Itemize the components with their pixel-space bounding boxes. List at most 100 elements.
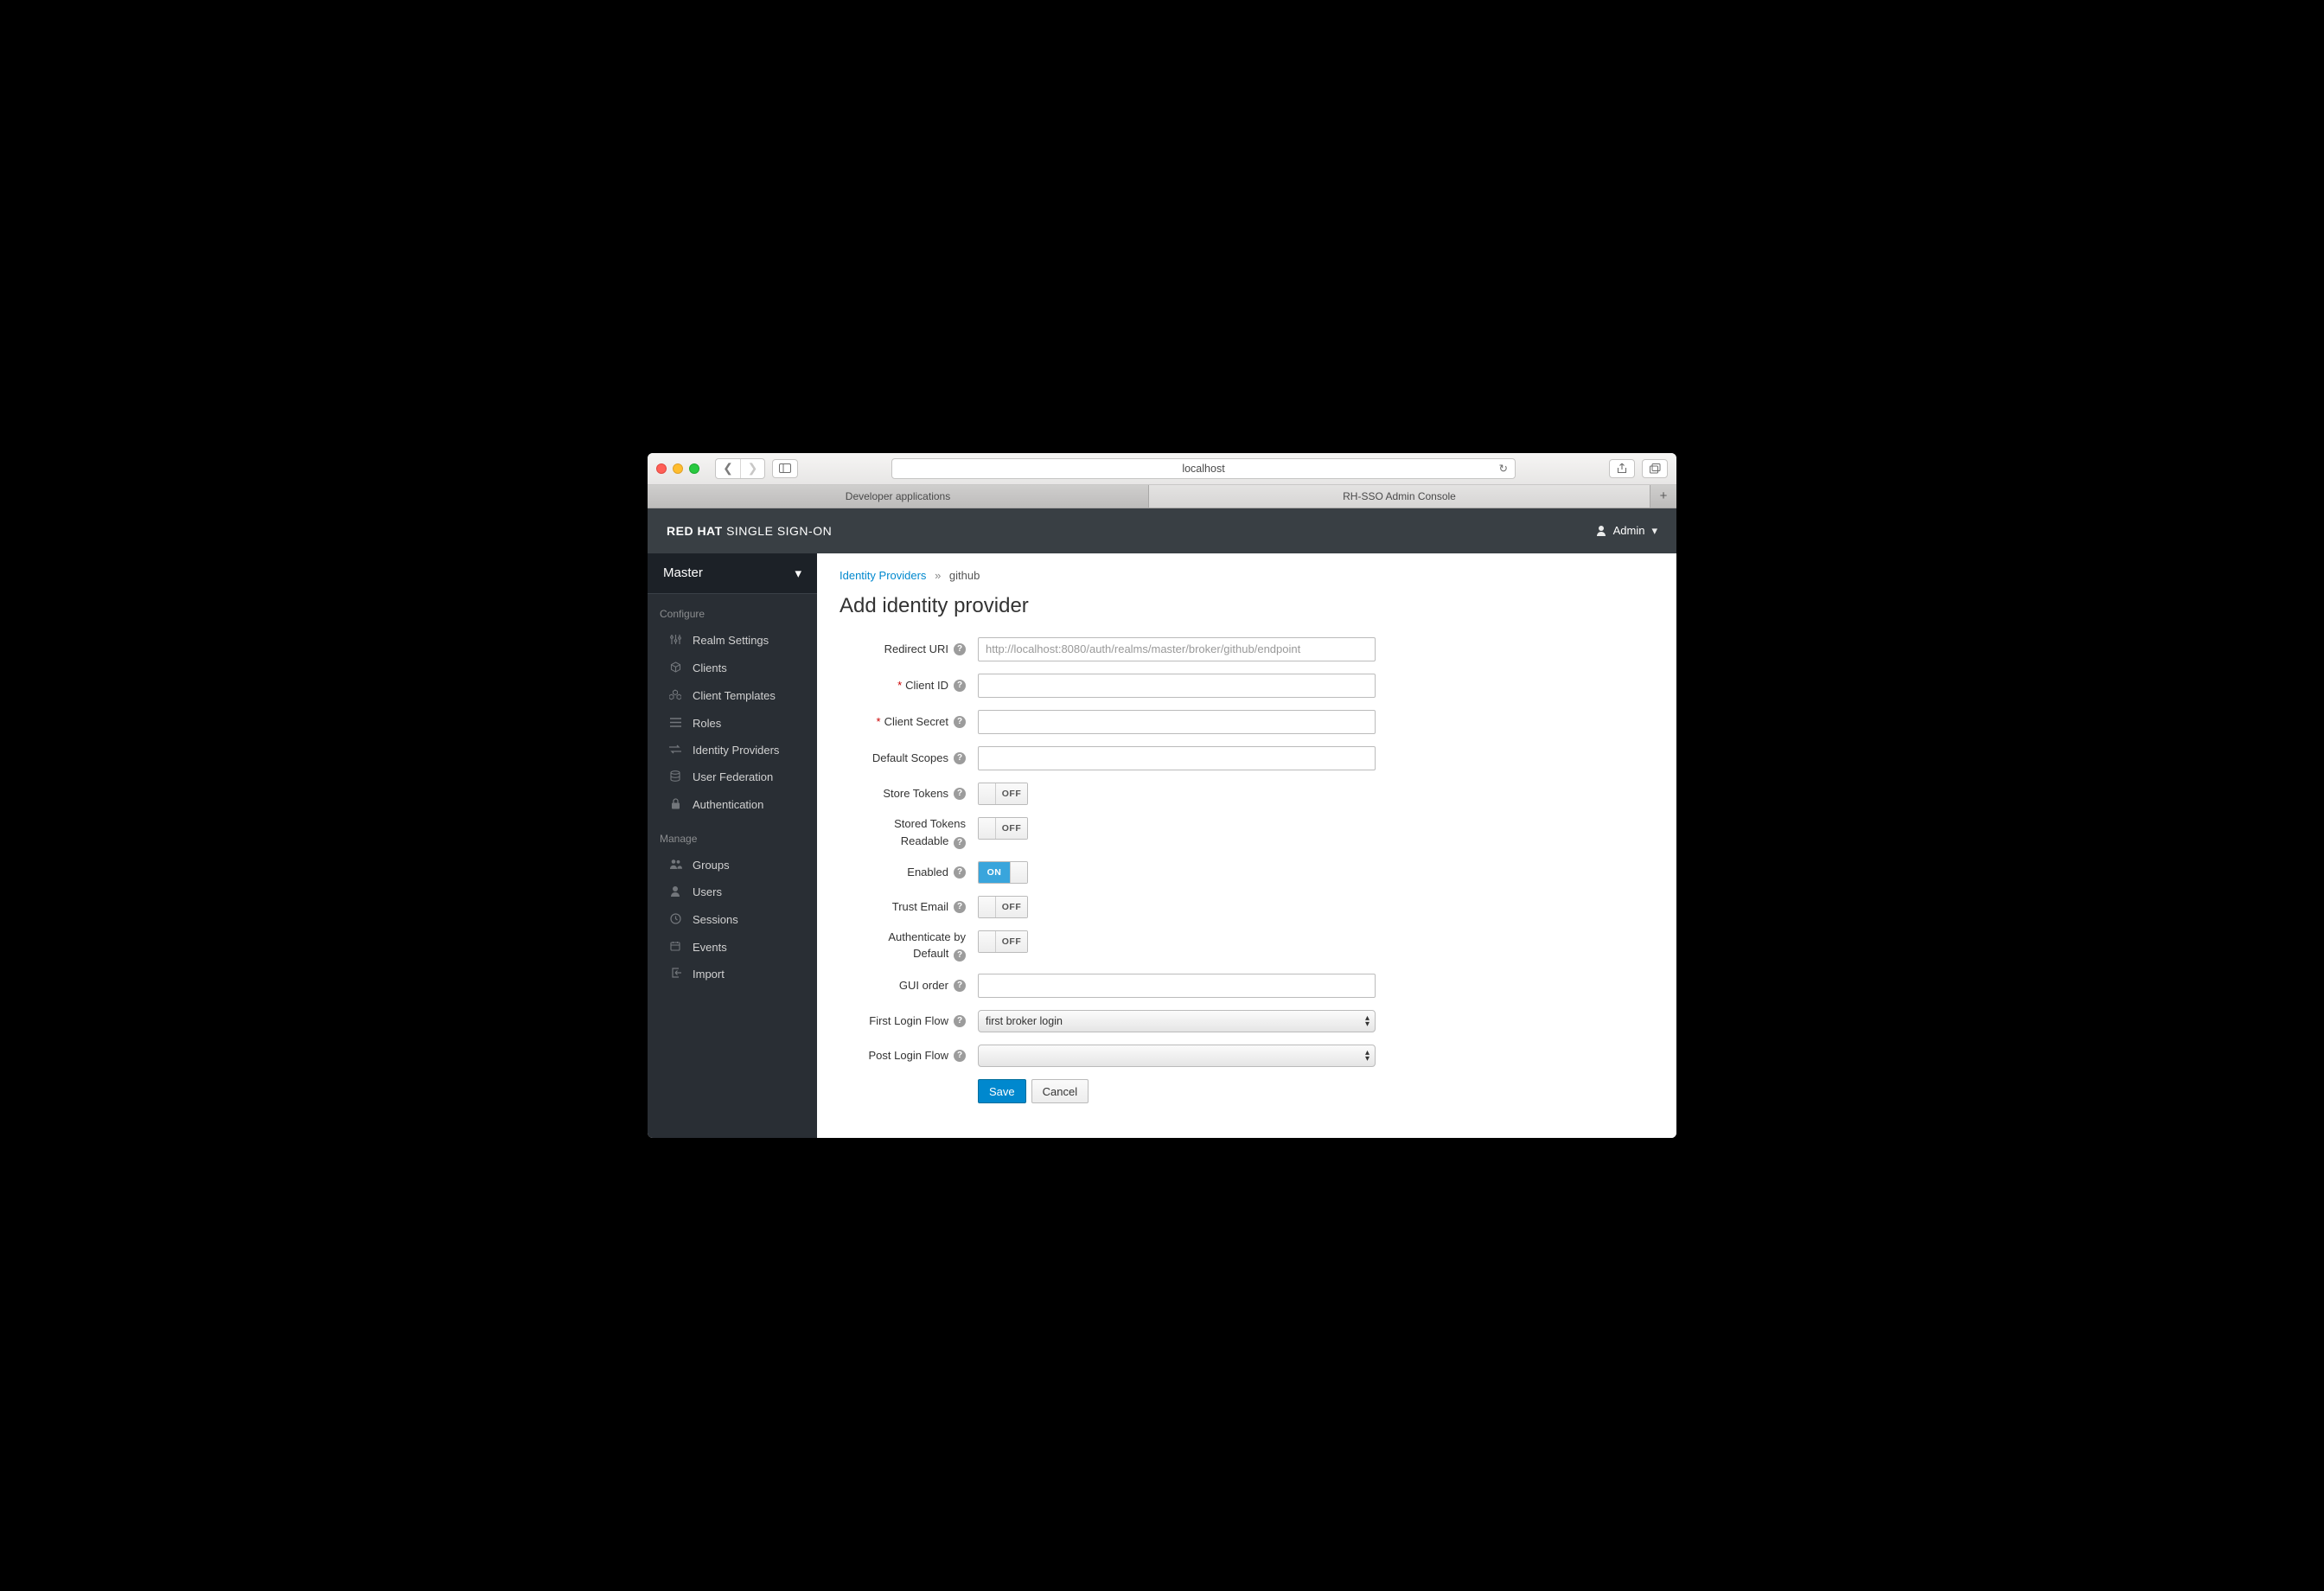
help-icon[interactable]: ?: [954, 866, 966, 879]
tabs-icon: [1650, 463, 1661, 474]
sidebar-item-events[interactable]: Events: [648, 934, 817, 961]
tabs-button[interactable]: [1642, 459, 1668, 478]
client-id-field[interactable]: [978, 674, 1376, 698]
sidebar-item-label: Clients: [693, 661, 727, 674]
label-client-secret: * Client Secret?: [840, 715, 978, 729]
share-button[interactable]: [1609, 459, 1635, 478]
forward-button[interactable]: ❯: [740, 459, 764, 478]
user-menu[interactable]: Admin ▾: [1596, 524, 1657, 538]
sidebar-item-label: Sessions: [693, 913, 738, 926]
gui-order-field[interactable]: [978, 974, 1376, 998]
trust-email-toggle[interactable]: OFF: [978, 896, 1028, 918]
label-stored-tokens-readable: Stored Tokens Readable ?: [840, 817, 978, 849]
sidebar-item-user-federation[interactable]: User Federation: [648, 764, 817, 791]
sidebar-item-roles[interactable]: Roles: [648, 710, 817, 737]
enabled-toggle[interactable]: ON: [978, 861, 1028, 884]
store-tokens-toggle[interactable]: OFF: [978, 783, 1028, 805]
clock-icon: [668, 913, 682, 927]
sidebar-item-label: Import: [693, 968, 725, 981]
help-icon[interactable]: ?: [954, 901, 966, 913]
label-client-id: * Client ID?: [840, 679, 978, 693]
tab-rhsso-admin[interactable]: RH-SSO Admin Console: [1149, 485, 1650, 508]
realm-selector[interactable]: Master ▾: [648, 553, 817, 594]
breadcrumb-sep: »: [935, 569, 941, 582]
import-icon: [668, 968, 682, 981]
help-icon[interactable]: ?: [954, 752, 966, 764]
help-icon[interactable]: ?: [954, 788, 966, 800]
sidebar-item-authentication[interactable]: Authentication: [648, 791, 817, 819]
sidebar-item-clients[interactable]: Clients: [648, 655, 817, 682]
address-bar[interactable]: localhost ↻: [891, 458, 1516, 479]
user-icon: [668, 885, 682, 899]
browser-toolbar: ❮ ❯ localhost ↻: [648, 453, 1676, 485]
sidebar-item-users[interactable]: Users: [648, 879, 817, 906]
address-text: localhost: [1182, 463, 1224, 475]
breadcrumb: Identity Providers » github: [840, 569, 1654, 582]
sidebar-item-label: Groups: [693, 859, 730, 872]
main-content: Identity Providers » github Add identity…: [817, 553, 1676, 1138]
sidebar-item-sessions[interactable]: Sessions: [648, 906, 817, 934]
label-enabled: Enabled?: [840, 866, 978, 879]
sidebar-item-import[interactable]: Import: [648, 961, 817, 987]
label-redirect-uri: Redirect URI?: [840, 642, 978, 656]
help-icon[interactable]: ?: [954, 837, 966, 849]
help-icon[interactable]: ?: [954, 643, 966, 655]
share-icon: [1617, 463, 1627, 474]
sidebar-item-label: Identity Providers: [693, 744, 779, 757]
label-post-login-flow: Post Login Flow?: [840, 1049, 978, 1063]
maximize-window-icon[interactable]: [689, 463, 699, 474]
exchange-icon: [668, 744, 682, 757]
updown-icon: ▴▾: [1365, 1015, 1370, 1027]
sidebar-item-label: Users: [693, 885, 722, 898]
brand-rest: SINGLE SIGN-ON: [723, 524, 833, 538]
label-default-scopes: Default Scopes?: [840, 751, 978, 765]
label-auth-by-default: Authenticate by Default ?: [840, 930, 978, 962]
sidebar-item-label: Client Templates: [693, 689, 776, 702]
sidebar-toggle-button[interactable]: [772, 459, 798, 478]
window-controls: [656, 463, 699, 474]
auth-by-default-toggle[interactable]: OFF: [978, 930, 1028, 953]
required-icon: *: [877, 715, 881, 729]
breadcrumb-root[interactable]: Identity Providers: [840, 569, 926, 582]
sidebar: Master ▾ Configure Realm Settings Client…: [648, 553, 817, 1138]
sidebar-item-identity-providers[interactable]: Identity Providers: [648, 737, 817, 764]
post-login-flow-select[interactable]: ▴▾: [978, 1045, 1376, 1067]
nav-back-forward: ❮ ❯: [715, 458, 765, 479]
stored-tokens-readable-toggle[interactable]: OFF: [978, 817, 1028, 840]
app-header: RED HAT SINGLE SIGN-ON Admin ▾: [648, 508, 1676, 553]
help-icon[interactable]: ?: [954, 1050, 966, 1062]
help-icon[interactable]: ?: [954, 949, 966, 962]
redirect-uri-field[interactable]: [978, 637, 1376, 661]
sidebar-icon: [779, 463, 791, 473]
cubes-icon: [668, 689, 682, 703]
cancel-button[interactable]: Cancel: [1031, 1079, 1089, 1103]
sidebar-item-client-templates[interactable]: Client Templates: [648, 682, 817, 710]
help-icon[interactable]: ?: [954, 1015, 966, 1027]
back-button[interactable]: ❮: [716, 459, 740, 478]
sidebar-item-realm-settings[interactable]: Realm Settings: [648, 627, 817, 655]
sidebar-item-label: Events: [693, 941, 727, 954]
sidebar-item-label: User Federation: [693, 770, 773, 783]
reload-icon[interactable]: ↻: [1499, 462, 1508, 475]
required-icon: *: [897, 679, 902, 693]
updown-icon: ▴▾: [1365, 1050, 1370, 1062]
label-gui-order: GUI order?: [840, 979, 978, 993]
minimize-window-icon[interactable]: [673, 463, 683, 474]
user-icon: [1596, 525, 1606, 536]
calendar-icon: [668, 941, 682, 954]
tab-developer-applications[interactable]: Developer applications: [648, 485, 1149, 508]
chevron-down-icon: ▾: [1651, 524, 1657, 538]
new-tab-button[interactable]: +: [1650, 485, 1676, 508]
database-icon: [668, 770, 682, 784]
help-icon[interactable]: ?: [954, 716, 966, 728]
lock-icon: [668, 798, 682, 812]
close-window-icon[interactable]: [656, 463, 667, 474]
sidebar-item-groups[interactable]: Groups: [648, 852, 817, 879]
help-icon[interactable]: ?: [954, 980, 966, 992]
help-icon[interactable]: ?: [954, 680, 966, 692]
section-manage: Manage: [648, 819, 817, 852]
client-secret-field[interactable]: [978, 710, 1376, 734]
first-login-flow-select[interactable]: first broker login ▴▾: [978, 1010, 1376, 1032]
save-button[interactable]: Save: [978, 1079, 1026, 1103]
default-scopes-field[interactable]: [978, 746, 1376, 770]
